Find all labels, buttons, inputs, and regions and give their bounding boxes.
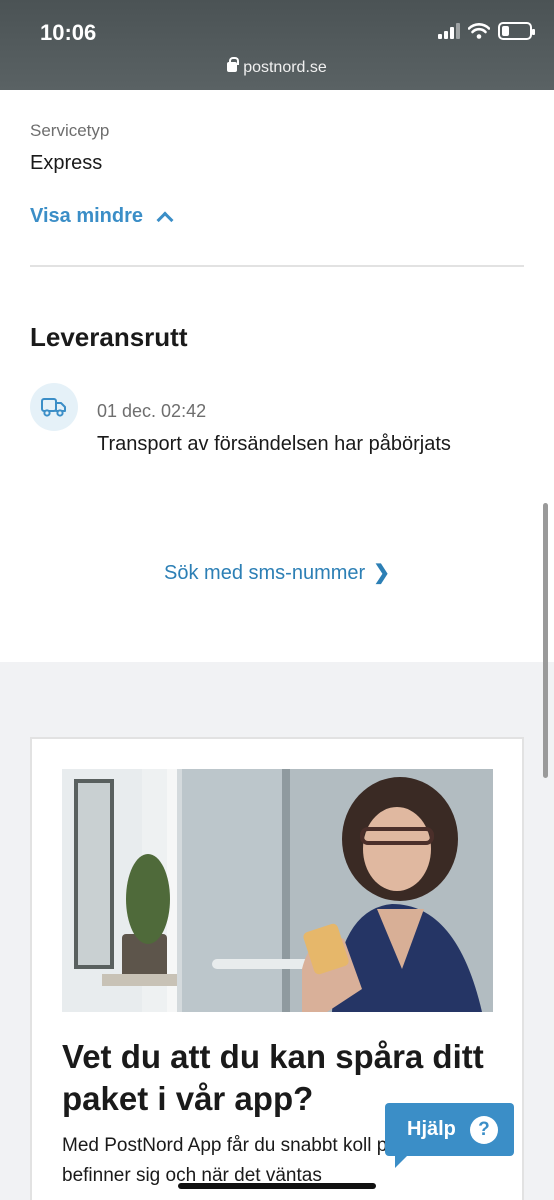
service-type-label: Servicetyp — [30, 121, 110, 140]
help-button[interactable]: Hjälp ? — [385, 1103, 514, 1168]
show-less-label: Visa mindre — [30, 205, 144, 227]
chevron-up-icon — [156, 211, 174, 228]
chevron-right-icon: ❯ — [373, 562, 390, 584]
battery-icon — [498, 22, 535, 40]
scrollbar[interactable] — [543, 503, 548, 778]
question-icon: ? — [469, 1115, 498, 1144]
promo-image — [62, 769, 493, 1012]
sms-search-link[interactable]: Sök med sms-nummer ❯ — [0, 560, 554, 585]
route-event-date: 01 dec. 02:42 — [97, 401, 207, 421]
status-time: 10:06 — [40, 20, 97, 45]
route-title: Leveransrutt — [30, 322, 188, 352]
status-icons — [438, 22, 535, 40]
signal-icon — [438, 23, 460, 39]
service-type-value: Express — [30, 152, 103, 174]
wifi-icon — [468, 23, 490, 39]
divider — [30, 265, 524, 267]
lock-icon — [227, 57, 240, 72]
show-less-button[interactable]: Visa mindre — [30, 205, 174, 228]
truck-icon — [30, 383, 78, 431]
help-label: Hjälp — [407, 1118, 456, 1140]
address-bar[interactable]: postnord.se — [0, 57, 554, 77]
sms-search-label: Sök med sms-nummer — [164, 562, 366, 584]
status-bar: 10:06 postnord.se — [0, 0, 554, 90]
url-text: postnord.se — [243, 59, 327, 76]
home-indicator[interactable] — [178, 1183, 376, 1189]
route-event-text: Transport av försändelsen har påbörjats — [97, 433, 451, 455]
